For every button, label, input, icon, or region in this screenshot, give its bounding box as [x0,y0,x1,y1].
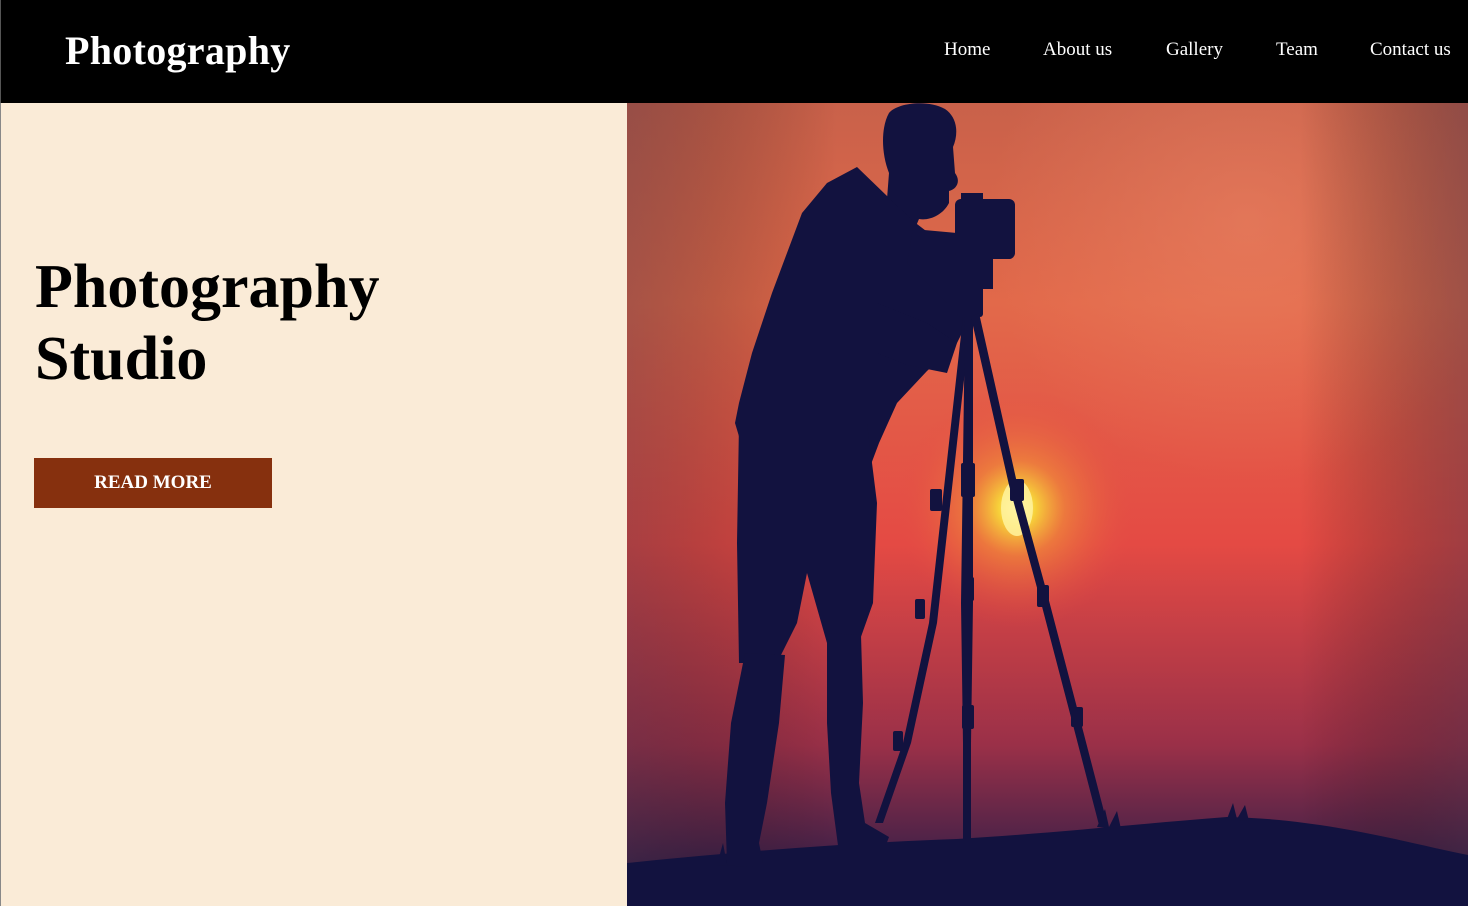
hero-photo [627,103,1468,906]
nav-link-contact-us[interactable]: Contact us [1370,37,1451,63]
hero-title: Photography Studio [35,251,595,395]
nav-link-about-us[interactable]: About us [1043,37,1112,63]
hero-title-line1: Photography [35,253,380,321]
top-navbar: Photography Home About us Gallery Team C… [0,0,1468,103]
photographer-silhouette-image [627,103,1468,906]
main-navigation: Home About us Gallery Team Contact us [1,37,1468,63]
nav-link-team[interactable]: Team [1276,37,1318,63]
nav-link-gallery[interactable]: Gallery [1166,37,1223,63]
read-more-button[interactable]: READ MORE [34,458,272,508]
hero-text-panel: Photography Studio READ MORE [0,103,627,906]
hero-title-line2: Studio [35,325,208,393]
nav-link-home[interactable]: Home [944,37,990,63]
